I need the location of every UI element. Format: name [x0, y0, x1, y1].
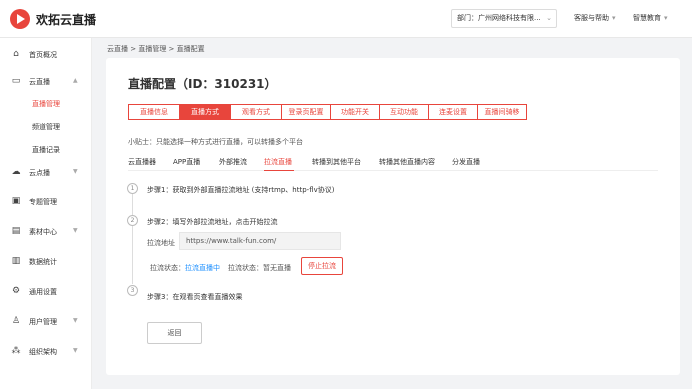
tab-room-migrate[interactable]: 直播间骑移	[477, 104, 527, 120]
folder-icon: ▤	[11, 226, 21, 236]
chevron-down-icon: ▼	[73, 168, 78, 175]
step-number-3: 3	[127, 285, 138, 296]
chevron-down-icon: ▼	[73, 317, 78, 324]
pull-url-input[interactable]: https://www.talk-fun.com/	[179, 232, 341, 250]
status-label: 拉流状态：	[228, 264, 263, 272]
department-value: 部门：广州网络科技有限...	[457, 14, 541, 22]
sidebar-item-home[interactable]: ⌂ 首页概况	[0, 48, 92, 64]
tab-live-info[interactable]: 直播信息	[128, 104, 180, 120]
sidebar-subitem-live-manage[interactable]: 直播管理	[32, 99, 60, 109]
sidebar-item-live[interactable]: ▭ 云直播 ▲	[0, 75, 92, 91]
sidebar-subitem-channel-manage[interactable]: 频道管理	[32, 122, 60, 132]
chevron-up-icon: ▲	[73, 77, 78, 84]
tab-mic-settings[interactable]: 连麦设置	[428, 104, 478, 120]
logo-text: 欢拓云直播	[36, 12, 97, 27]
department-select[interactable]: 部门：广州网络科技有限... ⌄	[451, 9, 557, 28]
subtab-external-push[interactable]: 外部推流	[219, 157, 247, 167]
config-tabs: 直播信息 直播方式 观看方式 登录页配置 功能开关 互动功能 连麦设置 直播间骑…	[128, 104, 527, 120]
sidebar-item-label: 数据统计	[29, 258, 57, 266]
gear-icon: ⚙	[11, 286, 21, 296]
tab-live-mode[interactable]: 直播方式	[179, 104, 231, 120]
pull-status-live: 拉流状态：拉流直播中	[150, 263, 220, 273]
home-icon: ⌂	[13, 49, 19, 59]
tab-interaction[interactable]: 互动功能	[379, 104, 429, 120]
sidebar-item-label: 专题管理	[29, 198, 57, 206]
chevron-down-icon: ▾	[612, 14, 616, 22]
cloud-icon: ☁	[11, 167, 21, 177]
active-subtab-underline	[264, 170, 294, 171]
pull-status-none: 拉流状态：暂无直播	[228, 263, 291, 273]
sidebar-subitem-live-records[interactable]: 直播记录	[32, 145, 60, 155]
sidebar-item-label: 通用设置	[29, 288, 57, 296]
status-value: 暂无直播	[263, 264, 291, 272]
tip-text: 小贴士：只能选择一种方式进行直播，可以转播多个平台	[128, 138, 303, 146]
subtab-cloud-player[interactable]: 云直播器	[128, 157, 156, 167]
sidebar-item-material[interactable]: ▤ 素材中心 ▼	[0, 225, 92, 241]
chevron-down-icon: ▼	[73, 347, 78, 354]
subtab-distribute-live[interactable]: 分发直播	[452, 157, 480, 167]
status-value: 拉流直播中	[185, 264, 220, 272]
chevron-down-icon: ⌄	[546, 14, 552, 22]
back-button[interactable]: 返回	[147, 322, 202, 344]
org-chart-icon: ⁂	[11, 346, 21, 356]
page-title: 直播配置（ID：310231）	[128, 77, 277, 91]
step3-text: 步骤3：在观看页查看直播效果	[147, 293, 243, 301]
logo[interactable]: 欢拓云直播	[10, 8, 96, 30]
live-mode-subtabs: 云直播器 APP直播 外部推流 拉流直播 转播到其他平台 转播其他直播内容 分发…	[128, 157, 658, 171]
monitor-icon: ▣	[11, 196, 21, 206]
sidebar-item-users[interactable]: ♙ 用户管理 ▼	[0, 315, 92, 331]
sidebar-item-label: 云直播	[29, 78, 50, 86]
sidebar-item-label: 首页概况	[29, 51, 57, 59]
sidebar-item-label: 云点播	[29, 169, 50, 177]
subtab-app-live[interactable]: APP直播	[173, 157, 200, 167]
logo-icon	[10, 9, 30, 29]
chevron-down-icon: ▼	[73, 227, 78, 234]
sidebar-item-topic[interactable]: ▣ 专题管理	[0, 195, 92, 211]
chevron-down-icon: ▾	[664, 14, 668, 22]
help-menu[interactable]: 客服与帮助 ▾	[574, 13, 616, 23]
user-icon: ♙	[11, 316, 21, 326]
step-number-1: 1	[127, 183, 138, 194]
sidebar-item-stats[interactable]: ▥ 数据统计	[0, 255, 92, 271]
help-label: 客服与帮助	[574, 14, 609, 22]
video-icon: ▭	[11, 76, 21, 86]
tab-watch-mode[interactable]: 观看方式	[230, 104, 282, 120]
sidebar-item-settings[interactable]: ⚙ 通用设置	[0, 285, 92, 301]
stop-pull-button[interactable]: 停止拉流	[301, 257, 343, 275]
bar-chart-icon: ▥	[11, 256, 21, 266]
sidebar-item-label: 组织架构	[29, 348, 57, 356]
edu-label: 智慧教育	[633, 14, 661, 22]
sidebar-item-org[interactable]: ⁂ 组织架构 ▼	[0, 345, 92, 361]
edu-menu[interactable]: 智慧教育 ▾	[633, 13, 668, 23]
breadcrumb: 云直播 > 直播管理 > 直播配置	[107, 45, 205, 53]
sidebar-item-vod[interactable]: ☁ 云点播 ▼	[0, 166, 92, 182]
pull-url-label: 拉流地址	[147, 239, 175, 247]
status-label: 拉流状态：	[150, 264, 185, 272]
sidebar-item-label: 素材中心	[29, 228, 57, 236]
subtab-pull-stream[interactable]: 拉流直播	[264, 157, 292, 167]
step2-text: 步骤2：填写外部拉流地址，点击开始拉流	[147, 218, 278, 226]
steps-connector	[132, 194, 133, 284]
subtab-relay-to-platform[interactable]: 转播到其他平台	[312, 157, 361, 167]
step-number-2: 2	[127, 215, 138, 226]
tab-login-page[interactable]: 登录页配置	[281, 104, 331, 120]
subtab-relay-other-live[interactable]: 转播其他直播内容	[379, 157, 435, 167]
sidebar-item-label: 用户管理	[29, 318, 57, 326]
top-bar: 欢拓云直播 部门：广州网络科技有限... ⌄ 客服与帮助 ▾ 智慧教育 ▾	[0, 0, 692, 38]
step1-text: 步骤1：获取到外部直播拉流地址 (支持rtmp、http-flv协议)	[147, 186, 335, 194]
tab-feature-switch[interactable]: 功能开关	[330, 104, 380, 120]
